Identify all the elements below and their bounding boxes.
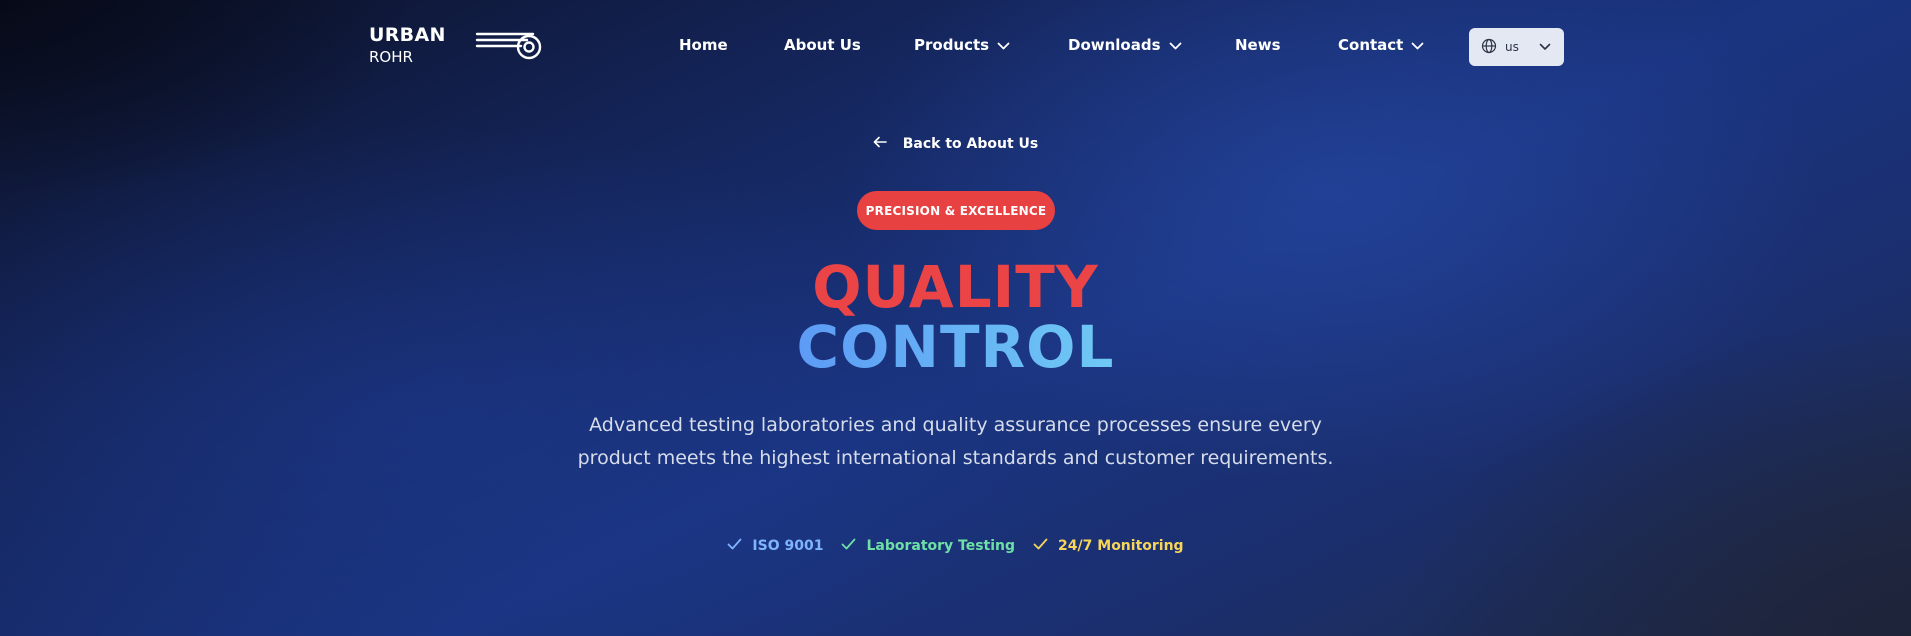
- back-link-label: Back to About Us: [902, 136, 1039, 152]
- chevron-down-icon: [1411, 36, 1424, 54]
- check-icon: [841, 538, 856, 554]
- hero-title-line1: QUALITY: [812, 253, 1099, 321]
- feature-item: 24/7 Monitoring: [1033, 538, 1184, 554]
- nav-products[interactable]: Products: [914, 36, 1010, 54]
- nav-label: About Us: [784, 36, 861, 54]
- feature-label: Laboratory Testing: [866, 538, 1016, 554]
- back-to-about-link[interactable]: Back to About Us: [0, 136, 1911, 152]
- nav-label: Contact: [1338, 36, 1404, 54]
- chevron-down-icon: [1169, 36, 1182, 54]
- brand-name-line1: URBAN: [369, 24, 446, 46]
- nav-label: Downloads: [1068, 36, 1161, 54]
- nav-about-us[interactable]: About Us: [784, 36, 861, 54]
- top-navigation: URBAN ROHR Home About Us Products Downlo…: [0, 0, 1911, 94]
- check-icon: [727, 538, 742, 554]
- nav-label: Home: [679, 36, 728, 54]
- arrow-left-icon: [873, 136, 887, 152]
- feature-item: Laboratory Testing: [841, 538, 1015, 554]
- brand-logo[interactable]: URBAN ROHR: [369, 24, 544, 70]
- language-selector[interactable]: us: [1469, 28, 1564, 66]
- chevron-down-icon: [1539, 40, 1551, 54]
- hero-description: Advanced testing laboratories and qualit…: [577, 414, 1334, 469]
- feature-label: 24/7 Monitoring: [1058, 538, 1184, 554]
- feature-label: ISO 9001: [752, 538, 824, 554]
- hero-badge: PRECISION & EXCELLENCE: [857, 191, 1055, 230]
- nav-downloads[interactable]: Downloads: [1068, 36, 1182, 54]
- brand-name-line2: ROHR: [369, 48, 413, 66]
- nav-news[interactable]: News: [1235, 36, 1281, 54]
- hero-title-line2-text: CONTROL: [796, 313, 1115, 381]
- chevron-down-icon: [997, 36, 1010, 54]
- pipe-logo-icon: [475, 28, 545, 64]
- feature-item: ISO 9001: [727, 538, 823, 554]
- check-icon: [1033, 538, 1048, 554]
- nav-home[interactable]: Home: [679, 36, 728, 54]
- nav-contact[interactable]: Contact: [1338, 36, 1424, 54]
- language-value: us: [1505, 40, 1519, 54]
- globe-icon: [1481, 38, 1497, 57]
- nav-label: News: [1235, 36, 1281, 54]
- feature-list: ISO 9001 Laboratory Testing 24/7 Monitor…: [0, 538, 1911, 554]
- nav-label: Products: [914, 36, 990, 54]
- hero-title-line2: CONTROL: [0, 318, 1911, 376]
